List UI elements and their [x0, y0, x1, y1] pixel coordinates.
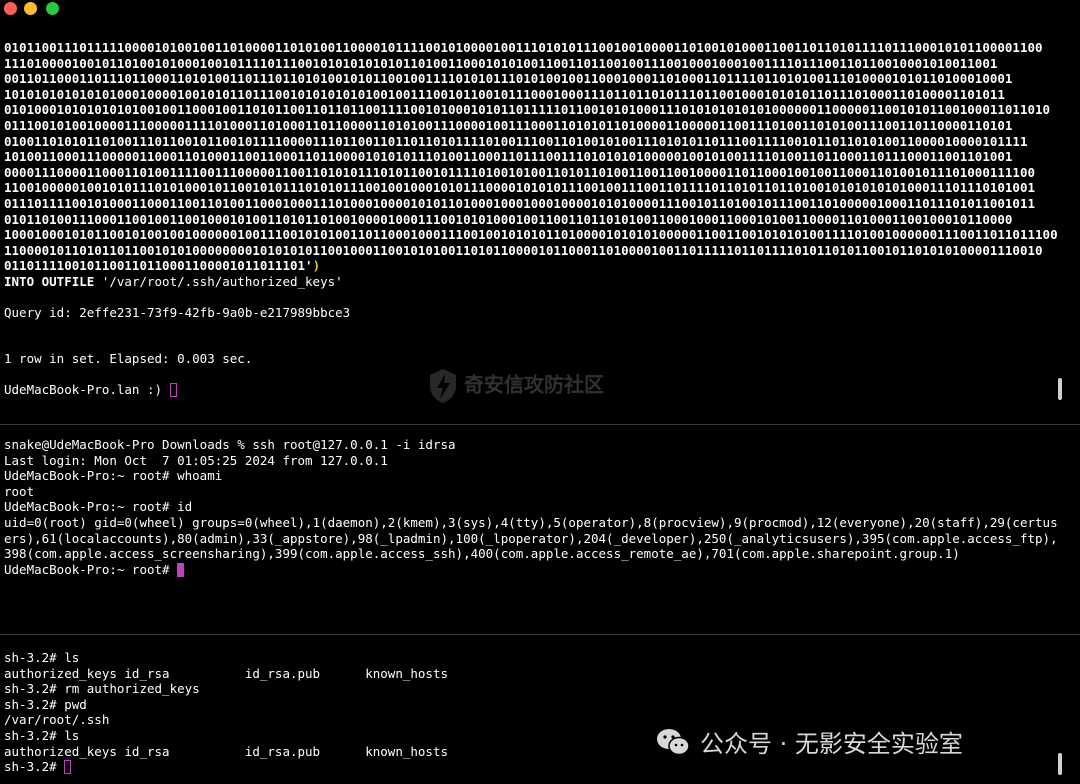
id-output: uid=0(root) gid=0(wheel) groups=0(wheel)… — [4, 514, 1058, 562]
ssh-command-line: snake@UdeMacBook-Pro Downloads % ssh roo… — [4, 437, 456, 452]
into-outfile-path: '/var/root/.ssh/authorized_keys' — [94, 273, 343, 289]
terminal-pane-middle[interactable]: snake@UdeMacBook-Pro Downloads % ssh roo… — [0, 425, 1080, 634]
blob-close-paren: ) — [312, 258, 321, 274]
wechat-icon — [656, 727, 690, 763]
rm-command-line: sh-3.2# rm authorized_keys — [4, 681, 200, 697]
root-prompt: UdeMacBook-Pro:~ root# — [4, 561, 178, 577]
close-window-button[interactable] — [4, 2, 17, 15]
ls-output: authorized_keys id_rsa id_rsa.pub known_… — [4, 665, 449, 681]
binary-blob: 0101100111011111000010100100110100001101… — [4, 40, 1058, 274]
ls-output-2: authorized_keys id_rsa id_rsa.pub known_… — [4, 743, 449, 759]
zoom-window-button[interactable] — [46, 2, 59, 15]
ls-command-line: sh-3.2# ls — [4, 650, 80, 665]
id-command-line: UdeMacBook-Pro:~ root# id — [4, 499, 193, 515]
pwd-output: /var/root/.ssh — [4, 712, 110, 728]
clickhouse-prompt: UdeMacBook-Pro.lan :) — [4, 382, 170, 397]
wechat-label: 公众号 · 无影安全实验室 — [700, 730, 963, 758]
wechat-watermark: 公众号 · 无影安全实验室 — [656, 724, 963, 763]
text-cursor-active — [177, 562, 185, 577]
minimize-window-button[interactable] — [24, 2, 37, 15]
ssh-session-output: snake@UdeMacBook-Pro Downloads % ssh roo… — [4, 437, 1058, 577]
query-binary-output: 0101100111011111000010100100110100001101… — [4, 40, 1058, 290]
query-id-line: Query id: 2effe231-73f9-42fb-9a0b-e21798… — [4, 305, 351, 320]
terminal-pane-top[interactable]: 0101100111011111000010100100110100001101… — [0, 32, 1080, 424]
last-login-line: Last login: Mon Oct 7 01:05:25 2024 from… — [4, 452, 388, 468]
sh-prompt: sh-3.2# — [4, 759, 65, 775]
watermark-label: 奇安信攻防社区 — [464, 372, 604, 397]
result-summary-line: 1 row in set. Elapsed: 0.003 sec. — [4, 351, 253, 366]
lightning-shield-icon — [428, 368, 458, 404]
ls-command-line-2: sh-3.2# ls — [4, 727, 80, 743]
scrollbar-bottom-pane[interactable] — [1058, 753, 1062, 775]
whoami-command-line: UdeMacBook-Pro:~ root# whoami — [4, 468, 223, 484]
into-outfile-keyword: INTO OUTFILE — [4, 273, 95, 289]
whoami-output: root — [4, 483, 35, 499]
text-cursor — [169, 383, 177, 397]
scrollbar-top-pane[interactable] — [1058, 378, 1062, 400]
title-bar — [0, 0, 1080, 32]
qianxin-watermark: 奇安信攻防社区 — [428, 368, 604, 404]
pwd-command-line: sh-3.2# pwd — [4, 696, 87, 712]
text-cursor — [64, 760, 72, 775]
